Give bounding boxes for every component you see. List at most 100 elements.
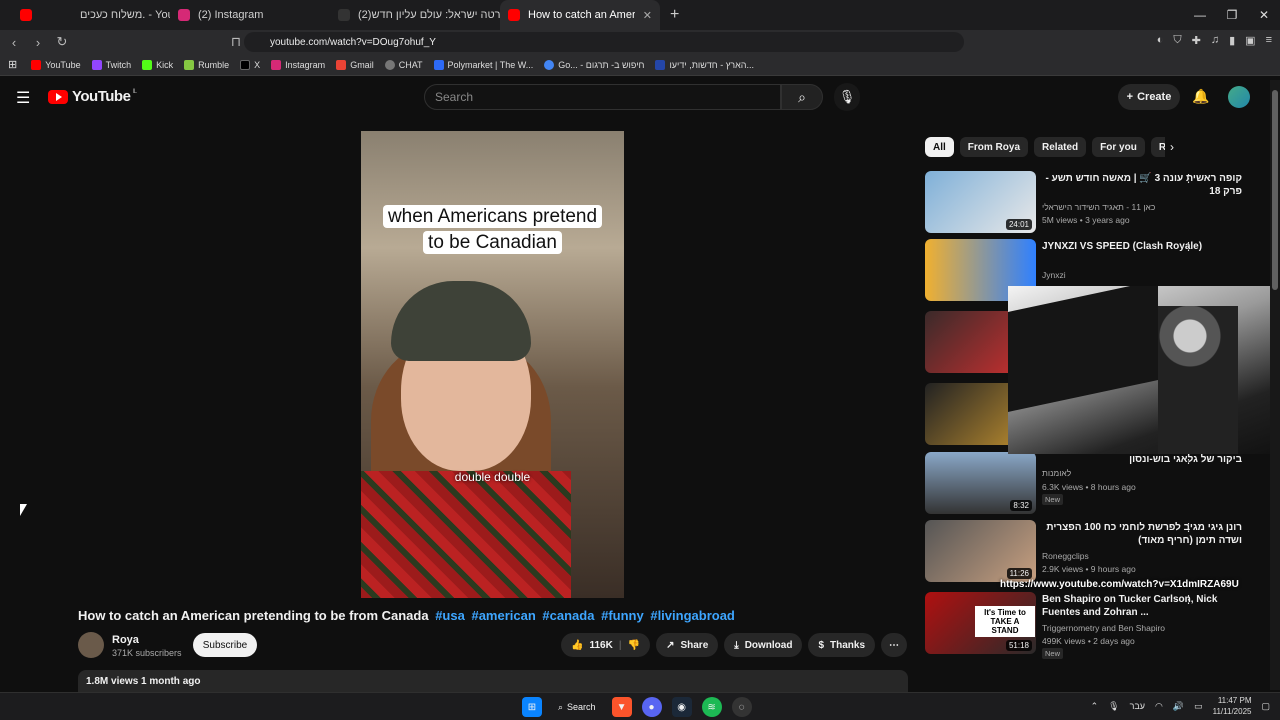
kebab-menu-icon[interactable]: ⋮	[1183, 172, 1194, 185]
voice-search-button[interactable]: 🎙	[834, 83, 860, 111]
download-button[interactable]: ⤓ Download	[724, 633, 803, 657]
video-thumbnail[interactable]: 8:32	[925, 452, 1036, 514]
kebab-menu-icon[interactable]: ⋮	[1183, 593, 1194, 606]
channel-name[interactable]: Roya	[112, 634, 139, 646]
taskbar-search[interactable]: ⌕ Search	[552, 697, 602, 717]
chip-all[interactable]: All	[925, 137, 954, 157]
list-item[interactable]: 24:01 קופה ראשית עונה 3 🛒 | מאשה חודש תש…	[925, 171, 1260, 235]
rec-channel[interactable]: לאומנות	[1042, 468, 1071, 478]
maximize-icon[interactable]: ❐	[1216, 8, 1248, 22]
rec-title[interactable]: קופה ראשית עונה 3 🛒 | מאשה חודש תשע - פר…	[1042, 172, 1242, 198]
volume-icon[interactable]: 🔊	[1173, 701, 1184, 712]
discord-icon[interactable]: ●	[641, 697, 662, 717]
hashtag-link[interactable]: #american	[471, 608, 535, 623]
app-icon[interactable]: ◌	[731, 697, 752, 717]
notification-icon[interactable]: ▢	[1261, 701, 1270, 712]
video-thumbnail[interactable]: It's Time to TAKE A STAND 51:18	[925, 592, 1036, 654]
wifi-icon[interactable]: ◠	[1155, 701, 1163, 712]
subscribe-button[interactable]: Subscribe	[193, 633, 257, 657]
share-button[interactable]: ↗ Share	[656, 633, 719, 657]
scrollbar-thumb[interactable]	[1272, 90, 1278, 290]
kebab-menu-icon[interactable]: ⋮	[1183, 240, 1194, 253]
chip-recent[interactable]: Rece	[1150, 137, 1165, 157]
bookmark-twitch[interactable]: Twitch	[91, 59, 131, 70]
hashtag-link[interactable]: #livingabroad	[650, 608, 735, 623]
mic-icon[interactable]: 🎙	[1108, 701, 1119, 712]
browser-tab-1[interactable]: משלוח כעכים. - YouTube	[12, 0, 170, 30]
hashtag-link[interactable]: #usa	[435, 608, 465, 623]
picture-in-picture-window[interactable]	[1008, 286, 1280, 454]
close-window-icon[interactable]: ✕	[1248, 8, 1280, 22]
more-actions-button[interactable]: ⋯	[881, 633, 908, 657]
channel-avatar[interactable]	[78, 632, 104, 658]
rec-title[interactable]: Ben Shapiro on Tucker Carlson, Nick Fuen…	[1042, 593, 1242, 619]
search-button[interactable]: ⌕	[781, 84, 823, 110]
windows-start-icon[interactable]: ⊞	[522, 697, 542, 717]
apps-grid-icon[interactable]: ⊞	[8, 58, 17, 71]
spotify-icon[interactable]: ≋	[701, 697, 722, 717]
chip-related[interactable]: Related	[1034, 137, 1087, 157]
media-icon[interactable]: ♫	[1211, 34, 1219, 47]
chip-from-roya[interactable]: From Roya	[959, 137, 1029, 157]
rec-channel[interactable]: Triggernometry and Ben Shapiro	[1042, 623, 1165, 633]
brave-browser-icon[interactable]: ▼	[611, 697, 632, 717]
bookmark-kick[interactable]: Kick	[142, 59, 173, 70]
create-button[interactable]: + Create	[1118, 84, 1180, 110]
rec-channel[interactable]: Jynxzi	[1042, 270, 1066, 280]
bookmark-rumble[interactable]: Rumble	[184, 59, 229, 70]
menu-icon[interactable]: ≡	[1266, 34, 1272, 47]
rec-title[interactable]: JYNXZI VS SPEED (Clash Royale)	[1042, 240, 1242, 253]
chevron-right-icon[interactable]: ›	[1170, 140, 1174, 154]
puzzle-icon[interactable]: ✚	[1192, 34, 1201, 47]
video-thumbnail[interactable]: 24:01	[925, 171, 1036, 233]
browser-tab-2[interactable]: (2) Instagram	[170, 0, 330, 30]
sidebar-icon[interactable]: ▮	[1229, 34, 1235, 47]
minimize-icon[interactable]: —	[1184, 8, 1216, 22]
kebab-menu-icon[interactable]: ⋮	[1183, 521, 1194, 534]
hashtag-link[interactable]: #canada	[542, 608, 594, 623]
clock[interactable]: 11:47 PM 11/11/2025	[1213, 695, 1252, 717]
rec-title[interactable]: רונן גיגי מגיב לפרשת לוחמי כח 100 הפצרית…	[1042, 521, 1242, 547]
extension-icon[interactable]: ◐	[1157, 34, 1164, 47]
chip-for-you[interactable]: For you	[1092, 137, 1145, 157]
description-box[interactable]: 1.8M views 1 month ago	[78, 670, 908, 692]
bookmark-x[interactable]: X	[240, 59, 260, 70]
battery-icon[interactable]: ▭	[1194, 701, 1203, 712]
like-button[interactable]: 👍 116K | 👎	[561, 633, 651, 657]
forward-icon[interactable]: ›	[28, 35, 48, 50]
bookmark-instagram[interactable]: Instagram	[271, 59, 325, 70]
bookmark-icon[interactable]: ⊓	[226, 34, 246, 50]
thumbs-down-icon[interactable]: 👎	[628, 640, 640, 651]
list-item[interactable]: 8:32 ביקור של גלאגי בוש-ונסון לאומנות 6.…	[925, 452, 1260, 516]
page-scrollbar[interactable]	[1270, 80, 1280, 690]
rec-channel[interactable]: Roneggclips	[1042, 551, 1089, 561]
bookmark-polymarket[interactable]: Polymarket | The W...	[433, 59, 533, 70]
bookmark-chat[interactable]: CHAT	[384, 59, 423, 70]
steam-icon[interactable]: ◉	[671, 697, 692, 717]
new-tab-button[interactable]: +	[660, 6, 689, 24]
shield-icon[interactable]: ⛉	[1173, 34, 1181, 47]
kebab-menu-icon[interactable]: ⋮	[1183, 453, 1194, 466]
bookmark-gmail[interactable]: Gmail	[336, 59, 374, 70]
youtube-logo[interactable]: YouTube IL	[48, 88, 137, 105]
browser-tab-3[interactable]: (2)אגרטה ישראל: עולם עליון חדש | ...ok	[330, 0, 500, 30]
video-player[interactable]: when Americans pretend to be Canadian do…	[361, 131, 624, 598]
search-input[interactable]: Search	[424, 84, 781, 110]
language-indicator[interactable]: עבר	[1130, 701, 1145, 711]
thanks-button[interactable]: $ Thanks	[808, 633, 876, 657]
hashtag-link[interactable]: #funny	[601, 608, 644, 623]
bookmark-youtube[interactable]: YouTube	[31, 59, 81, 70]
rec-channel[interactable]: כאן 11 - תאגיד השידור הישראלי	[1042, 202, 1155, 212]
close-tab-icon[interactable]: ✕	[643, 9, 652, 22]
video-thumbnail[interactable]: 11:26	[925, 520, 1036, 582]
chevron-up-icon[interactable]: ⌃	[1091, 701, 1099, 712]
hamburger-icon[interactable]: ☰	[16, 88, 30, 108]
reload-icon[interactable]: ↻	[52, 34, 72, 50]
wallet-icon[interactable]: ▣	[1245, 34, 1255, 47]
browser-tab-active[interactable]: How to catch an American pr ✕	[500, 0, 660, 30]
list-item[interactable]: It's Time to TAKE A STAND 51:18 Ben Shap…	[925, 592, 1260, 659]
bell-icon[interactable]: 🔔	[1192, 88, 1209, 105]
rec-title[interactable]: ביקור של גלאגי בוש-ונסון	[1042, 453, 1242, 466]
url-bar[interactable]: youtube.com/watch?v=DOug7ohuf_Y	[244, 32, 964, 52]
bookmark-google-translate[interactable]: Go... - חיפוש ב- תרגום	[544, 59, 644, 70]
